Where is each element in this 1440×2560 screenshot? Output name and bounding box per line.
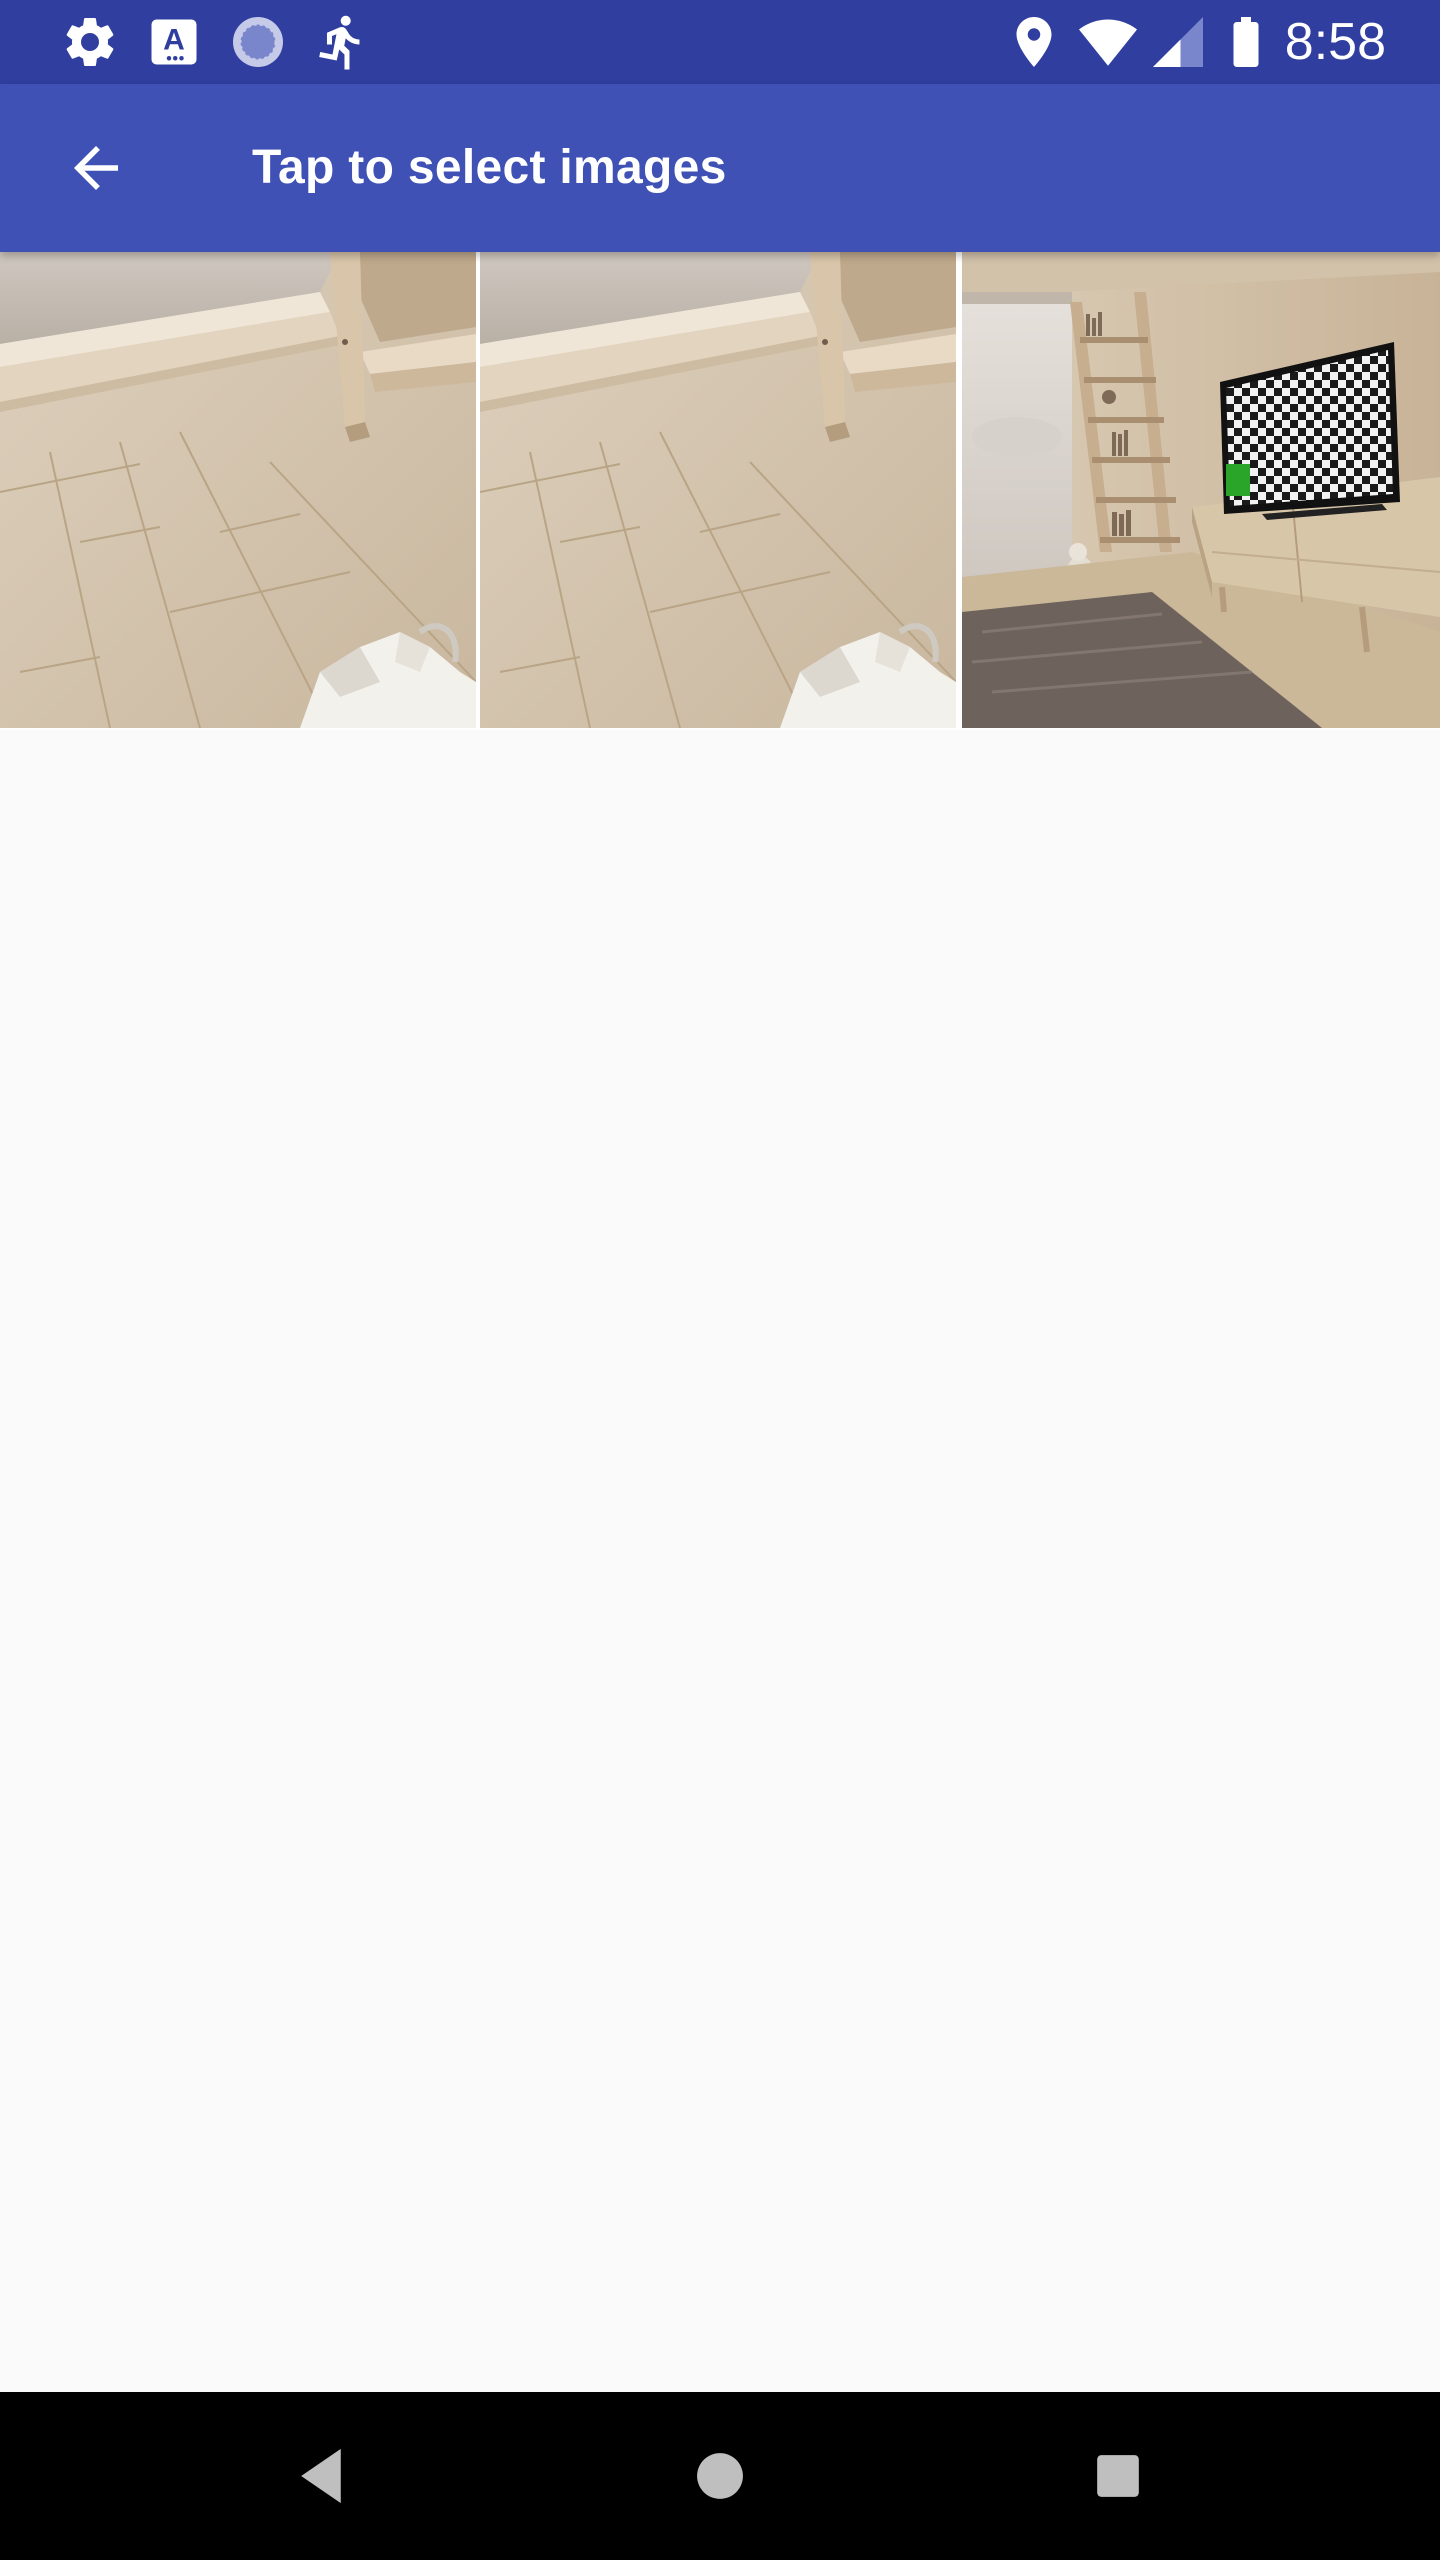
image-thumbnail[interactable]: [0, 252, 476, 728]
back-button[interactable]: [48, 120, 144, 216]
battery-icon: [1233, 17, 1259, 67]
status-bar: A 8:58: [0, 0, 1440, 84]
nav-home-button[interactable]: [670, 2426, 770, 2526]
wooden-floor-room-photo: [0, 252, 476, 728]
image-thumbnail[interactable]: [962, 252, 1440, 728]
wifi-icon: [1079, 19, 1137, 66]
running-icon: [319, 15, 360, 70]
image-grid: [0, 252, 1440, 730]
nav-recents-button[interactable]: [1068, 2426, 1168, 2526]
app-bar: Tap to select images: [0, 84, 1440, 252]
recents-square-icon: [1097, 2455, 1139, 2497]
image-thumbnail[interactable]: [480, 252, 956, 728]
cellular-signal-icon: [1153, 17, 1203, 67]
sync-circle-icon: [233, 17, 283, 67]
keyboard-a-icon: A: [151, 19, 197, 65]
back-triangle-icon: [301, 2448, 341, 2504]
arrow-back-icon: [74, 146, 118, 190]
status-clock: 8:58: [1284, 13, 1386, 71]
living-room-tv-checkerboard-photo: [962, 252, 1440, 728]
nav-back-button[interactable]: [272, 2426, 372, 2526]
navigation-bar: [0, 2392, 1440, 2560]
page-title: Tap to select images: [252, 141, 727, 194]
settings-icon: [66, 17, 114, 67]
svg-text:A: A: [163, 24, 185, 57]
wooden-floor-room-photo: [480, 252, 956, 728]
home-circle-icon: [697, 2453, 743, 2499]
location-icon: [1016, 17, 1052, 67]
